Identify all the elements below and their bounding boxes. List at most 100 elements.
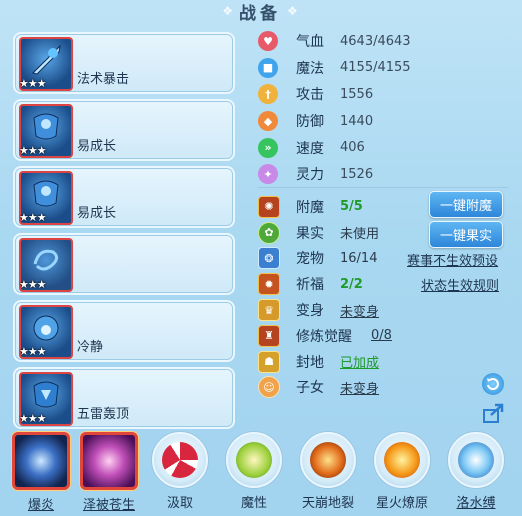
- pray-count: 2/2: [340, 276, 363, 292]
- equipment-slot-5[interactable]: ★★★ 冷静: [13, 300, 235, 362]
- detail-label: 果实: [296, 225, 324, 242]
- stat-label: 气血: [296, 34, 324, 51]
- stat-label: 防御: [296, 114, 324, 131]
- stat-speed: » 速度 406: [258, 134, 418, 161]
- page-title: 战备: [239, 3, 281, 24]
- shield-icon: ◆: [258, 111, 278, 132]
- skill-label: 洛水缚: [456, 496, 496, 511]
- child-status[interactable]: 未变身: [340, 378, 379, 397]
- equipment-slot-3[interactable]: ★★★ 易成长: [13, 166, 235, 228]
- water-bind-icon: [448, 432, 504, 488]
- earthquake-icon: [300, 432, 356, 488]
- skill-slot-3[interactable]: 汲取: [147, 428, 213, 511]
- equipment-name: 法术暴击: [77, 72, 130, 87]
- star-rating: ★★★: [19, 412, 47, 425]
- stat-value: 1556: [340, 86, 374, 102]
- blast-flame-icon: [12, 432, 70, 490]
- section-divider: [258, 187, 508, 188]
- skill-label: 爆炎: [27, 498, 54, 513]
- detail-label: 变身: [296, 303, 324, 320]
- status-rules-link[interactable]: 状态生效规则: [421, 275, 499, 294]
- battle-prep-panel: ❖ 战备 ❖ ★★★ 法术暴击 ★★★ 易成长 ★★★ 易成长 ★★★ ★★★ …: [0, 0, 522, 516]
- fruit-all-button[interactable]: 一键果实: [429, 221, 503, 248]
- equipment-list: ★★★ 法术暴击 ★★★ 易成长 ★★★ 易成长 ★★★ ★★★ 冷静 ★★★ …: [13, 32, 235, 434]
- skill-slot-1[interactable]: 爆炎: [8, 428, 74, 513]
- detail-label: 宠物: [296, 251, 324, 268]
- equipment-name: 易成长: [77, 206, 117, 221]
- equipment-name: 易成长: [77, 139, 117, 154]
- stat-value: 1440: [340, 113, 374, 129]
- speed-icon: »: [258, 137, 278, 158]
- star-rating: ★★★: [19, 345, 47, 358]
- star-rating: ★★★: [19, 144, 47, 157]
- skill-label: 星火燎原: [375, 496, 428, 511]
- detail-label: 修炼觉醒: [296, 328, 352, 345]
- transform-status[interactable]: 未变身: [340, 301, 379, 320]
- equipment-slot-4[interactable]: ★★★: [13, 233, 235, 295]
- skill-slot-7[interactable]: 洛水缚: [443, 428, 509, 511]
- star-rating: ★★★: [19, 278, 47, 291]
- mana-icon: ■: [258, 57, 278, 78]
- enchant-all-button[interactable]: 一键附魔: [429, 191, 503, 218]
- heart-icon: ♥: [258, 31, 278, 52]
- star-rating: ★★★: [19, 211, 47, 224]
- starfire-icon: [374, 432, 430, 488]
- transform-icon: ♛: [258, 299, 280, 322]
- equipment-name: 五雷轰顶: [77, 407, 130, 422]
- pray-icon: ✹: [258, 273, 280, 296]
- attack-icon: †: [258, 84, 278, 105]
- detail-child: ☺ 子女 未变身: [258, 375, 518, 401]
- skill-slot-6[interactable]: 星火燎原: [369, 428, 435, 511]
- detail-cultivate: ♜ 修炼觉醒 0/8: [258, 323, 518, 349]
- attribute-stats: ♥ 气血 4643/4643 ■ 魔法 4155/4155 † 攻击 1556 …: [258, 28, 418, 188]
- detail-transform: ♛ 变身 未变身: [258, 297, 518, 323]
- fief-status[interactable]: 已加成: [340, 352, 379, 371]
- detail-label: 封地: [296, 354, 324, 371]
- stat-mp: ■ 魔法 4155/4155: [258, 55, 418, 82]
- stat-label: 速度: [296, 140, 324, 157]
- equipment-slot-6[interactable]: ★★★ 五雷轰顶: [13, 367, 235, 429]
- skill-bar: 爆炎 泽被苍生 汲取 魔性 天崩地裂 星火燎原 洛水缚: [0, 428, 522, 516]
- demonic-icon: [226, 432, 282, 488]
- spirit-icon: ✦: [258, 164, 278, 185]
- stat-value: 406: [340, 140, 365, 156]
- stat-hp: ♥ 气血 4643/4643: [258, 28, 418, 55]
- stat-spirit: ✦ 灵力 1526: [258, 161, 418, 188]
- stat-value: 1526: [340, 166, 374, 182]
- equipment-name: 冷静: [77, 340, 104, 355]
- fruit-status: 未使用: [340, 227, 380, 243]
- skill-label: 汲取: [166, 496, 193, 511]
- cultivate-icon: ♜: [258, 324, 280, 347]
- share-icon[interactable]: [482, 402, 504, 424]
- star-rating: ★★★: [19, 77, 47, 90]
- skill-slot-4[interactable]: 魔性: [221, 428, 287, 511]
- stat-value: 4643/4643: [340, 33, 411, 49]
- skill-label: 魔性: [240, 496, 267, 511]
- skill-slot-2[interactable]: 泽被苍生: [76, 428, 142, 513]
- event-preset-link[interactable]: 赛事不生效预设: [407, 250, 498, 269]
- stat-defense: ◆ 防御 1440: [258, 108, 418, 135]
- refresh-icon[interactable]: [482, 373, 504, 395]
- equipment-slot-2[interactable]: ★★★ 易成长: [13, 99, 235, 161]
- pet-icon: ❂: [258, 247, 280, 270]
- fruit-icon: ✿: [258, 221, 280, 244]
- absorb-icon: [152, 432, 208, 488]
- detail-label: 祈福: [296, 277, 324, 294]
- stat-label: 魔法: [296, 60, 324, 77]
- skill-slot-5[interactable]: 天崩地裂: [295, 428, 361, 511]
- fief-icon: ☗: [258, 350, 280, 373]
- bless-all-icon: [80, 432, 138, 490]
- skill-label: 泽被苍生: [82, 498, 135, 513]
- title-ornament-right: ❖: [287, 4, 298, 18]
- detail-label: 子女: [296, 380, 324, 397]
- equipment-slot-1[interactable]: ★★★ 法术暴击: [13, 32, 235, 94]
- title-bar: ❖ 战备 ❖: [185, 0, 335, 24]
- detail-label: 附魔: [296, 199, 324, 216]
- title-ornament-left: ❖: [222, 4, 233, 18]
- cultivate-progress[interactable]: 0/8: [371, 328, 392, 343]
- stat-attack: † 攻击 1556: [258, 81, 418, 108]
- stat-value: 4155/4155: [340, 60, 411, 76]
- enchant-count: 5/5: [340, 199, 363, 215]
- pet-count: 16/14: [340, 250, 378, 266]
- skill-label: 天崩地裂: [301, 496, 354, 511]
